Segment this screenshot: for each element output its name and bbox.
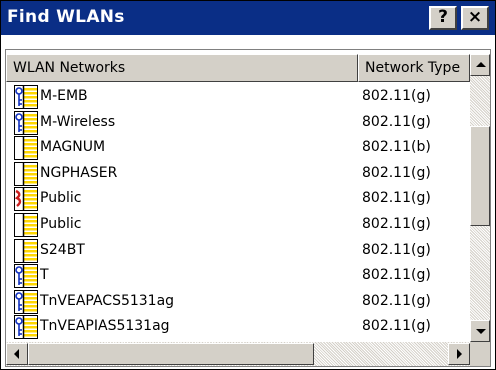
network-row[interactable]: T 802.11(g) <box>6 263 470 289</box>
arrow-up-icon <box>476 62 486 67</box>
network-type: 802.11(g) <box>362 292 431 309</box>
network-name: TnVEAPACS5131ag <box>40 292 175 309</box>
network-row[interactable]: Public 802.11(g) <box>6 186 470 212</box>
secured-signal-icon <box>14 289 38 314</box>
open-signal-icon <box>14 238 38 263</box>
horizontal-scrollbar[interactable] <box>6 342 490 366</box>
open-signal-icon <box>14 136 38 161</box>
network-name: T <box>40 267 49 284</box>
list-header: WLAN Networks Network Type <box>6 54 470 82</box>
open-signal-icon <box>14 213 38 237</box>
network-row[interactable]: M-EMB 802.11(g) <box>6 84 470 110</box>
arrow-down-icon <box>476 329 486 334</box>
network-type: 802.11(g) <box>362 88 431 104</box>
network-type: 802.11(g) <box>362 113 431 130</box>
network-row[interactable]: S24BT 802.11(g) <box>6 238 470 264</box>
secured-signal-icon <box>14 264 38 289</box>
arrow-left-icon <box>14 349 19 359</box>
window-title: Find WLANs <box>7 7 125 27</box>
scroll-down-button[interactable] <box>470 320 490 342</box>
scrollbar-corner <box>470 342 490 366</box>
network-type: 802.11(g) <box>362 190 431 207</box>
network-name: NGPHASER <box>40 164 118 181</box>
network-type: 802.11(b) <box>362 139 431 156</box>
network-type: 802.11(g) <box>362 216 431 232</box>
secured-signal-icon <box>14 85 38 109</box>
horizontal-scroll-thumb[interactable] <box>28 343 314 365</box>
scroll-right-button[interactable] <box>448 343 470 365</box>
disconnected-signal-icon <box>14 187 38 212</box>
network-name: S24BT <box>40 241 85 258</box>
network-type: 802.11(g) <box>362 267 431 284</box>
column-header-networks[interactable]: WLAN Networks <box>6 54 358 82</box>
open-signal-icon <box>14 161 38 186</box>
network-name: TnVEAPIAS5131ag <box>40 318 170 335</box>
secured-signal-icon <box>14 110 38 135</box>
secured-signal-icon <box>14 315 38 340</box>
network-row[interactable]: TnVEAPACS5131ag 802.11(g) <box>6 289 470 315</box>
scroll-up-button[interactable] <box>470 54 490 76</box>
network-name: M-EMB <box>40 88 88 104</box>
network-row[interactable]: Public 802.11(g) <box>6 212 470 238</box>
network-name: M-Wireless <box>40 113 116 130</box>
network-row[interactable]: MAGNUM 802.11(b) <box>6 135 470 161</box>
vertical-scrollbar[interactable] <box>470 54 490 342</box>
network-type: 802.11(g) <box>362 318 431 335</box>
arrow-right-icon <box>457 349 462 359</box>
network-type: 802.11(g) <box>362 241 431 258</box>
find-wlans-window: Find WLANs ? × WLAN Networks Network Typ… <box>0 0 496 370</box>
vertical-scroll-thumb[interactable] <box>470 126 490 226</box>
network-name: Public <box>40 216 82 232</box>
network-row[interactable]: TnVEAPIAS5131ag 802.11(g) <box>6 314 470 340</box>
network-row[interactable]: M-Wireless 802.11(g) <box>6 110 470 136</box>
network-type: 802.11(g) <box>362 164 431 181</box>
help-button[interactable]: ? <box>429 6 457 30</box>
close-button[interactable]: × <box>461 6 489 30</box>
list-rows: M-EMB 802.11(g) M-Wireless 802.11(g) MAGNUM 8… <box>6 84 470 340</box>
title-bar: Find WLANs ? × <box>1 1 495 35</box>
network-name: MAGNUM <box>40 139 106 156</box>
wlan-list[interactable]: WLAN Networks Network Type M-EMB 802.11(g… <box>5 49 491 367</box>
network-name: Public <box>40 190 82 207</box>
network-row[interactable]: NGPHASER 802.11(g) <box>6 161 470 187</box>
scroll-left-button[interactable] <box>6 343 28 365</box>
column-header-type[interactable]: Network Type <box>358 54 470 82</box>
